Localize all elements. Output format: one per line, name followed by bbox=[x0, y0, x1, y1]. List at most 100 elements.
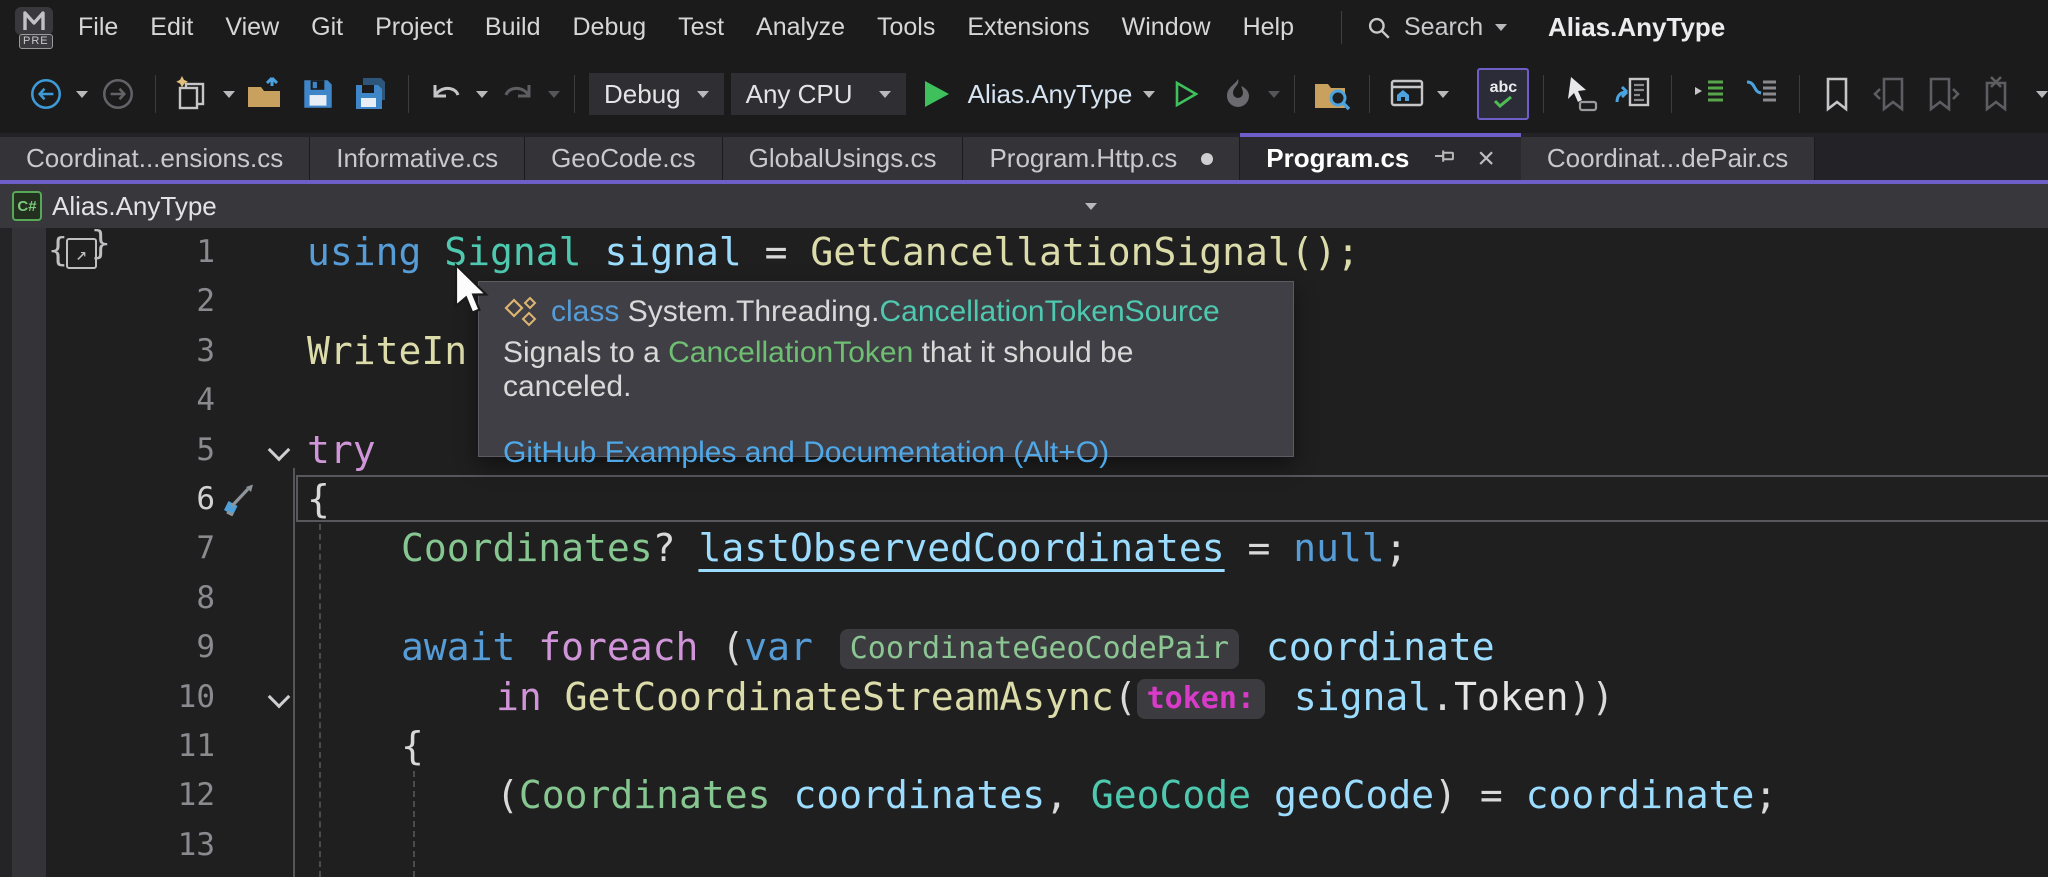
solution-explorer-button[interactable] bbox=[1384, 71, 1430, 117]
undo-icon bbox=[426, 74, 466, 114]
menu-debug[interactable]: Debug bbox=[557, 0, 663, 55]
redo-icon bbox=[498, 74, 538, 114]
clear-bookmarks-icon bbox=[1978, 75, 2014, 113]
solution-platform-dropdown[interactable]: Any CPU bbox=[731, 73, 906, 115]
braces-navigate-icon[interactable]: {↗} bbox=[48, 230, 111, 269]
new-project-menu-caret[interactable] bbox=[223, 91, 235, 98]
code-editor[interactable]: {↗} 1using Signal signal = GetCancellati… bbox=[0, 228, 2048, 877]
tab-geocode-cs[interactable]: GeoCode.cs bbox=[525, 137, 723, 180]
redo-button[interactable] bbox=[495, 71, 541, 117]
tab-globalusings-cs[interactable]: GlobalUsings.cs bbox=[723, 137, 964, 180]
check-icon bbox=[1492, 96, 1514, 108]
navigate-backward-button[interactable] bbox=[23, 71, 69, 117]
clear-bookmarks-button[interactable] bbox=[1973, 71, 2019, 117]
code-line-8[interactable]: 8 bbox=[0, 574, 2048, 623]
line-number[interactable]: 5 bbox=[0, 426, 215, 475]
hot-reload-menu-caret[interactable] bbox=[1268, 91, 1280, 98]
new-project-button[interactable] bbox=[170, 71, 216, 117]
code-line-9[interactable]: 9await foreach (var CoordinateGeoCodePai… bbox=[0, 623, 2048, 672]
start-debugging-button[interactable] bbox=[913, 71, 959, 117]
line-number[interactable]: 12 bbox=[0, 771, 215, 820]
line-number[interactable]: 9 bbox=[0, 623, 215, 672]
menu-analyze[interactable]: Analyze bbox=[740, 0, 861, 55]
menu-test[interactable]: Test bbox=[662, 0, 740, 55]
startup-project-label[interactable]: Alias.AnyType bbox=[968, 79, 1133, 110]
fold-chevron-icon[interactable] bbox=[268, 685, 291, 708]
window-title: Alias.AnyType bbox=[1548, 0, 1725, 55]
start-without-debugging-button[interactable] bbox=[1162, 71, 1208, 117]
toolbar-options-caret[interactable] bbox=[2036, 91, 2048, 98]
open-file-button[interactable] bbox=[242, 71, 288, 117]
code-line-10[interactable]: 10in GetCoordinateStreamAsync(token: sig… bbox=[0, 673, 2048, 722]
menu-help[interactable]: Help bbox=[1227, 0, 1310, 55]
pointer-icon bbox=[1561, 74, 1601, 114]
navigate-forward-button[interactable] bbox=[95, 71, 141, 117]
fold-chevron-icon[interactable] bbox=[268, 438, 291, 461]
code-text: { bbox=[307, 722, 424, 771]
close-icon[interactable]: × bbox=[1477, 144, 1495, 174]
pin-icon[interactable] bbox=[1431, 143, 1457, 174]
next-bookmark-button[interactable] bbox=[1920, 71, 1966, 117]
line-number[interactable]: 3 bbox=[0, 327, 215, 376]
menu-tools[interactable]: Tools bbox=[861, 0, 951, 55]
navigation-bar[interactable]: C# Alias.AnyType bbox=[0, 184, 2048, 228]
navigate-to-code-button[interactable] bbox=[1611, 71, 1657, 117]
save-all-icon bbox=[351, 74, 391, 114]
code-line-13[interactable]: 13 bbox=[0, 821, 2048, 870]
line-number[interactable]: 13 bbox=[0, 821, 215, 870]
line-number[interactable]: 11 bbox=[0, 722, 215, 771]
startup-project-caret[interactable] bbox=[1143, 91, 1155, 98]
code-line-7[interactable]: 7Coordinates? lastObservedCoordinates = … bbox=[0, 524, 2048, 573]
spell-checker-toggle[interactable]: abc bbox=[1477, 68, 1529, 120]
menu-window[interactable]: Window bbox=[1106, 0, 1227, 55]
save-button[interactable] bbox=[295, 71, 341, 117]
modified-dot bbox=[1201, 153, 1213, 165]
tooltip-github-link[interactable]: GitHub Examples and Documentation (Alt+O… bbox=[503, 436, 1269, 470]
line-number[interactable]: 8 bbox=[0, 574, 215, 623]
save-all-button[interactable] bbox=[348, 71, 394, 117]
menu-build[interactable]: Build bbox=[469, 0, 557, 55]
line-number[interactable]: 7 bbox=[0, 524, 215, 573]
toggle-bookmark-button[interactable] bbox=[1814, 71, 1860, 117]
open-folder-icon bbox=[244, 74, 286, 114]
menu-extensions[interactable]: Extensions bbox=[951, 0, 1105, 55]
platform-value: Any CPU bbox=[746, 79, 853, 110]
hot-reload-button[interactable] bbox=[1215, 71, 1261, 117]
tab-coordinat-depair-cs[interactable]: Coordinat...dePair.cs bbox=[1521, 137, 1815, 180]
line-number[interactable]: 6 bbox=[0, 475, 215, 524]
solution-configuration-dropdown[interactable]: Debug bbox=[589, 73, 724, 115]
tab-program-cs[interactable]: Program.cs× bbox=[1240, 133, 1521, 180]
find-in-files-button[interactable] bbox=[1309, 71, 1355, 117]
menu-file[interactable]: File bbox=[62, 0, 134, 55]
format-outdent-button[interactable] bbox=[1739, 71, 1785, 117]
menu-edit[interactable]: Edit bbox=[134, 0, 209, 55]
menu-git[interactable]: Git bbox=[295, 0, 359, 55]
tab-informative-cs[interactable]: Informative.cs bbox=[310, 137, 525, 180]
menu-project[interactable]: Project bbox=[359, 0, 469, 55]
selection-mode-button[interactable] bbox=[1558, 71, 1604, 117]
menu-view[interactable]: View bbox=[209, 0, 295, 55]
undo-button[interactable] bbox=[423, 71, 469, 117]
redo-menu-caret[interactable] bbox=[548, 91, 560, 98]
tab-label: Coordinat...ensions.cs bbox=[26, 143, 283, 174]
tab-program-http-cs[interactable]: Program.Http.cs bbox=[963, 137, 1240, 180]
tab-coordinat-ensions-cs[interactable]: Coordinat...ensions.cs bbox=[0, 137, 310, 180]
tab-label: Program.Http.cs bbox=[989, 143, 1177, 174]
outlining-guide[interactable] bbox=[293, 468, 295, 877]
quick-info-tooltip: class System.Threading.CancellationToken… bbox=[478, 281, 1294, 457]
line-number[interactable]: 2 bbox=[0, 277, 215, 326]
line-number[interactable]: 10 bbox=[0, 673, 215, 722]
navigate-document-icon bbox=[1614, 74, 1654, 114]
search-control[interactable]: Search bbox=[1366, 0, 1507, 55]
undo-menu-caret[interactable] bbox=[476, 91, 488, 98]
navigate-backward-menu-caret[interactable] bbox=[76, 91, 88, 98]
code-line-12[interactable]: 12(Coordinates coordinates, GeoCode geoC… bbox=[0, 771, 2048, 820]
project-dropdown-label[interactable]: Alias.AnyType bbox=[52, 191, 217, 222]
code-line-1[interactable]: 1using Signal signal = GetCancellationSi… bbox=[0, 228, 2048, 277]
code-line-11[interactable]: 11 { bbox=[0, 722, 2048, 771]
project-dropdown-caret[interactable] bbox=[1085, 203, 1097, 210]
previous-bookmark-button[interactable] bbox=[1867, 71, 1913, 117]
line-number[interactable]: 4 bbox=[0, 376, 215, 425]
solution-explorer-menu-caret[interactable] bbox=[1437, 91, 1449, 98]
format-indent-button[interactable] bbox=[1686, 71, 1732, 117]
